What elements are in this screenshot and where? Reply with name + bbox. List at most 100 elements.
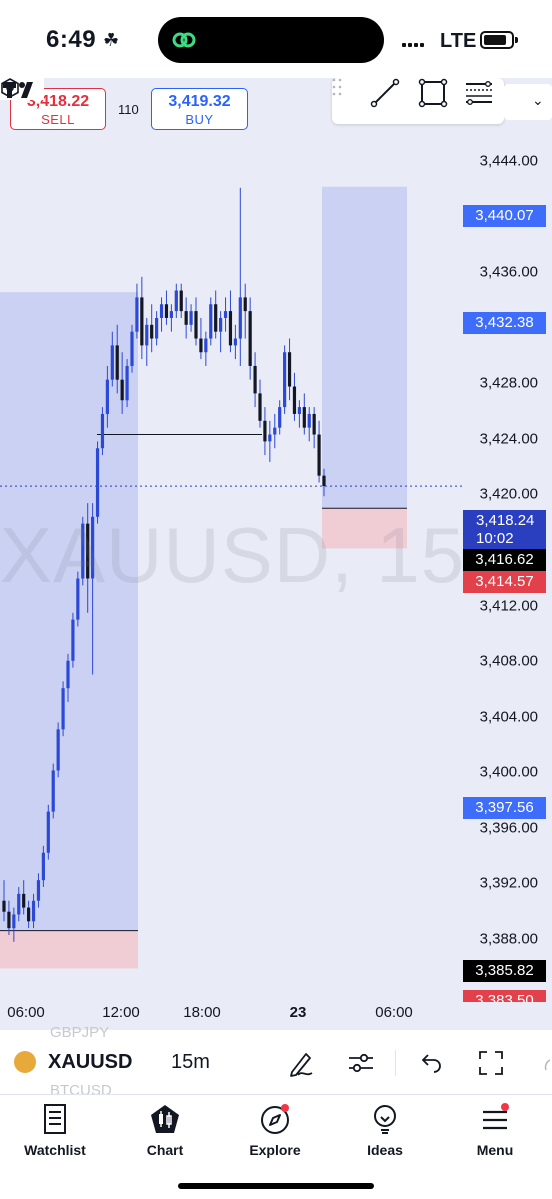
time-axis-label: 12:00 — [102, 1004, 140, 1021]
dynamic-island — [158, 17, 384, 63]
buy-price: 3,419.32 — [168, 93, 231, 110]
menu-icon — [483, 1103, 509, 1130]
candle-body — [273, 427, 277, 435]
price-axis-label: 3,424.00 — [479, 430, 538, 448]
candle-body — [41, 852, 45, 881]
candle-body — [100, 413, 105, 449]
drag-handle-icon[interactable] — [332, 78, 342, 96]
nav-menu[interactable]: Menu — [440, 1103, 550, 1158]
focus-mode-icon: ☘ — [103, 30, 120, 50]
candle-body — [322, 475, 326, 487]
nav-ideas[interactable]: Ideas — [330, 1103, 440, 1158]
candle-body — [46, 811, 50, 853]
candle-body — [164, 304, 169, 318]
network-label: LTE — [440, 30, 477, 52]
ghost-symbol-above: GBPJPY — [50, 1024, 110, 1041]
candle-body — [317, 434, 321, 476]
time-axis-label: 18:00 — [183, 1004, 221, 1021]
indicators-icon[interactable] — [346, 1048, 376, 1078]
nav-label: Menu — [476, 1142, 514, 1158]
candle-body — [169, 311, 173, 318]
price-axis-label: 3,400.00 — [479, 763, 538, 781]
chart-dropdown[interactable]: ⌄ — [504, 84, 552, 120]
nav-label: Watchlist — [24, 1142, 86, 1158]
time-axis-label: 23 — [289, 1004, 307, 1021]
candle-body — [17, 893, 21, 915]
price-axis-label: 3,428.00 — [479, 374, 538, 392]
undo-icon[interactable] — [416, 1048, 446, 1078]
candle-countdown: 10:02 — [476, 530, 514, 547]
gold-coin-icon — [14, 1051, 36, 1073]
battery-icon — [480, 31, 518, 49]
level-tag-target: 3,397.56 — [463, 797, 546, 819]
level-tag-stop-low: 3,383.50 — [463, 990, 546, 1002]
candle-body — [71, 619, 75, 661]
candle-body — [199, 338, 203, 353]
toolbar-divider — [395, 1050, 396, 1076]
drawing-tools-icon[interactable] — [286, 1048, 316, 1078]
candle-body — [248, 311, 252, 366]
candle-body — [150, 324, 154, 339]
sell-label: SELL — [41, 112, 75, 127]
chart-settings-icon[interactable] — [0, 78, 20, 98]
fib-retracement-icon[interactable] — [464, 78, 494, 108]
price-axis-label: 3,436.00 — [479, 263, 538, 281]
lightbulb-icon — [374, 1105, 396, 1134]
nav-watchlist[interactable]: Watchlist — [0, 1103, 110, 1158]
candle-body — [66, 660, 70, 689]
chart-area[interactable]: XAUUSD, 15 3,418.22 SELL 110 3,419.32 BU… — [0, 78, 552, 1030]
candle-body — [278, 407, 282, 428]
buy-button[interactable]: 3,419.32 BUY — [151, 88, 248, 130]
candle-body — [219, 317, 223, 332]
level-tag-entry: 3,432.38 — [463, 312, 546, 334]
candle-body — [238, 297, 242, 339]
candle-body — [297, 407, 301, 414]
drawing-toolbar — [332, 78, 504, 124]
candle-body — [189, 311, 193, 325]
candle-body — [194, 311, 198, 339]
interval-selector[interactable]: 15m — [171, 1051, 210, 1074]
price-axis-label: 3,444.00 — [479, 152, 538, 170]
candle-body — [268, 434, 272, 442]
trend-line-icon[interactable] — [370, 78, 400, 108]
candle-body — [12, 914, 16, 929]
candle-body — [27, 907, 31, 922]
candle-body — [243, 297, 247, 312]
rectangle-tool-icon[interactable] — [418, 78, 448, 108]
nav-label: Ideas — [367, 1142, 403, 1158]
time-axis-label: 06:00 — [7, 1004, 45, 1021]
signal-icon — [402, 34, 426, 52]
spread-value: 110 — [118, 102, 139, 117]
price-axis-label: 3,412.00 — [479, 597, 538, 615]
price-axis-label: 3,420.00 — [479, 485, 538, 503]
candle-body — [174, 290, 178, 312]
fullscreen-icon[interactable] — [476, 1048, 506, 1078]
nav-chart[interactable]: Chart — [110, 1103, 220, 1158]
candle-body — [7, 911, 11, 929]
candle-body — [36, 880, 41, 901]
more-icon[interactable] — [536, 1048, 552, 1078]
candle-body — [2, 900, 6, 912]
candle-body — [233, 338, 237, 346]
buy-label: BUY — [185, 112, 214, 127]
level-tag-position: 3,416.62 — [463, 549, 546, 571]
candle-body — [312, 413, 316, 435]
candle-body — [105, 379, 109, 414]
home-indicator — [178, 1183, 374, 1189]
nav-label: Chart — [146, 1142, 184, 1158]
candle-body — [61, 688, 65, 730]
symbol-selector[interactable]: XAUUSD — [48, 1051, 132, 1074]
candle-body — [292, 386, 297, 414]
candle-body — [214, 304, 218, 332]
candle-body — [120, 379, 124, 401]
candle-body — [287, 352, 292, 387]
level-tag-stop: 3,414.57 — [463, 571, 546, 593]
candle-body — [22, 893, 26, 908]
long-position-zone — [322, 186, 407, 509]
candle-body — [223, 311, 228, 318]
candle-body — [115, 345, 119, 380]
candle-body — [209, 304, 213, 339]
candle-body — [125, 365, 129, 401]
level-tag-take-profit: 3,440.07 — [463, 205, 546, 227]
nav-explore[interactable]: Explore — [220, 1103, 330, 1158]
